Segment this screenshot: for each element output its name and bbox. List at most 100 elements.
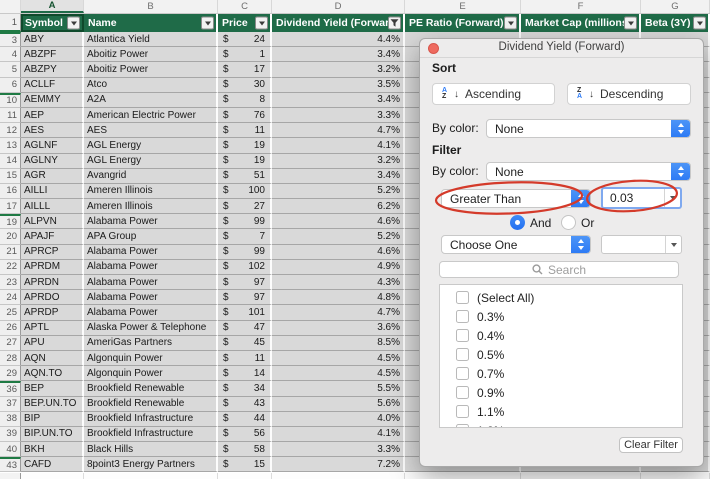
cell-name[interactable]: AmeriGas Partners [84, 336, 218, 351]
row-header-12[interactable]: 12 [0, 123, 21, 138]
cell-yield[interactable]: 6.2% [272, 199, 405, 214]
cell-symbol[interactable]: APU [21, 336, 84, 351]
filter-list-item[interactable]: 0.3% [440, 307, 682, 326]
or-radio[interactable] [561, 215, 576, 230]
column-letter-A[interactable]: A [21, 0, 84, 13]
cell-name[interactable]: Brookfield Renewable [84, 397, 218, 412]
column-letter-G[interactable]: G [641, 0, 710, 13]
cell-price[interactable]: $24 [218, 32, 272, 47]
column-header-price[interactable]: Price [218, 14, 272, 32]
cell-price[interactable]: $15 [218, 457, 272, 472]
filter-by-color-dropdown[interactable]: None [486, 162, 691, 181]
cell-symbol[interactable]: BEP [21, 381, 84, 396]
row-header-27[interactable]: 27 [0, 336, 21, 351]
checkbox[interactable] [456, 386, 469, 399]
cell-price[interactable]: $76 [218, 108, 272, 123]
cell-symbol[interactable]: BIP [21, 412, 84, 427]
cell-symbol[interactable]: AGR [21, 169, 84, 184]
cell-price[interactable]: $44 [218, 412, 272, 427]
filter-list-item[interactable]: (Select All) [440, 288, 682, 307]
cell-name[interactable]: A2A [84, 93, 218, 108]
cell-name[interactable]: Alabama Power [84, 290, 218, 305]
cell-name[interactable]: Alabama Power [84, 305, 218, 320]
cell-name[interactable]: Aboitiz Power [84, 62, 218, 77]
row-header-11[interactable]: 11 [0, 108, 21, 123]
filter-dropdown-button[interactable] [624, 17, 637, 30]
row-header-1[interactable]: 1 [0, 14, 21, 32]
cell-symbol[interactable]: ABZPY [21, 62, 84, 77]
cell-symbol[interactable]: CAFD [21, 457, 84, 472]
cell-symbol[interactable]: AQN [21, 351, 84, 366]
filter-dropdown-button[interactable] [67, 17, 80, 30]
cell-symbol[interactable]: APRDN [21, 275, 84, 290]
cell-yield[interactable]: 3.4% [272, 93, 405, 108]
cell-symbol[interactable]: AILLI [21, 184, 84, 199]
cell-symbol[interactable]: APTL [21, 321, 84, 336]
combo-arrow-icon[interactable] [665, 236, 681, 253]
cell-price[interactable]: $27 [218, 199, 272, 214]
cell-symbol[interactable]: ALPVN [21, 214, 84, 229]
cell-yield[interactable]: 3.3% [272, 442, 405, 457]
row-header-5[interactable]: 5 [0, 62, 21, 77]
cell-name[interactable]: Alabama Power [84, 260, 218, 275]
cell-name[interactable]: AGL Energy [84, 138, 218, 153]
cell-price[interactable]: $101 [218, 305, 272, 320]
cell-yield[interactable]: 4.3% [272, 275, 405, 290]
cell-yield[interactable]: 4.9% [272, 260, 405, 275]
checkbox[interactable] [456, 367, 469, 380]
filter-value2-combobox[interactable] [601, 235, 682, 254]
cell-price[interactable]: $1 [218, 47, 272, 62]
checkbox[interactable] [456, 405, 469, 418]
cell-yield[interactable]: 5.6% [272, 397, 405, 412]
cell-price[interactable]: $100 [218, 184, 272, 199]
filter-value-combobox[interactable]: 0.03 [601, 187, 682, 209]
column-letter-C[interactable]: C [218, 0, 272, 13]
row-header-40[interactable]: 40 [0, 442, 21, 457]
filter-list-item[interactable]: 0.4% [440, 326, 682, 345]
row-header-36[interactable]: 36 [0, 381, 21, 396]
cell-yield[interactable]: 3.2% [272, 154, 405, 169]
cell-yield[interactable]: 3.4% [272, 169, 405, 184]
cell-symbol[interactable]: AEMMY [21, 93, 84, 108]
cell-yield[interactable]: 4.8% [272, 290, 405, 305]
row-header-16[interactable]: 16 [0, 184, 21, 199]
cell-price[interactable]: $97 [218, 290, 272, 305]
column-header-beta-3y-[interactable]: Beta (3Y) [641, 14, 710, 32]
cell-price[interactable]: $43 [218, 397, 272, 412]
row-header-20[interactable]: 20 [0, 229, 21, 244]
filter-dropdown-button[interactable] [693, 17, 706, 30]
row-header-19[interactable]: 19 [0, 214, 21, 229]
filter-list-item[interactable]: 0.5% [440, 345, 682, 364]
filter-condition-dropdown[interactable]: Greater Than [441, 189, 591, 208]
cell-price[interactable]: $58 [218, 442, 272, 457]
cell-yield[interactable]: 4.0% [272, 412, 405, 427]
cell-yield[interactable]: 3.6% [272, 321, 405, 336]
cell-symbol[interactable]: AGLNF [21, 138, 84, 153]
cell-symbol[interactable]: APAJF [21, 229, 84, 244]
cell-name[interactable]: Alabama Power [84, 245, 218, 260]
cell-name[interactable]: Brookfield Infrastructure [84, 412, 218, 427]
cell-yield[interactable]: 4.1% [272, 138, 405, 153]
column-letter-B[interactable]: B [84, 0, 218, 13]
row-header-29[interactable]: 29 [0, 366, 21, 381]
cell-price[interactable]: $30 [218, 78, 272, 93]
cell-symbol[interactable]: ACLLF [21, 78, 84, 93]
cell-symbol[interactable]: AGLNY [21, 154, 84, 169]
cell-name[interactable]: Black Hills [84, 442, 218, 457]
cell-price[interactable]: $51 [218, 169, 272, 184]
filter-list-item[interactable]: 0.7% [440, 364, 682, 383]
row-header-6[interactable]: 6 [0, 78, 21, 93]
cell-name[interactable]: AGL Energy [84, 154, 218, 169]
row-header-13[interactable]: 13 [0, 138, 21, 153]
column-header-name[interactable]: Name [84, 14, 218, 32]
row-header-10[interactable]: 10 [0, 93, 21, 108]
cell-name[interactable]: Avangrid [84, 169, 218, 184]
row-header-28[interactable]: 28 [0, 351, 21, 366]
cell-symbol[interactable]: BEP.UN.TO [21, 397, 84, 412]
row-header-39[interactable]: 39 [0, 427, 21, 442]
cell-symbol[interactable]: AES [21, 123, 84, 138]
cell-price[interactable]: $14 [218, 366, 272, 381]
cell-symbol[interactable]: APRCP [21, 245, 84, 260]
cell-price[interactable]: $45 [218, 336, 272, 351]
filter-condition2-dropdown[interactable]: Choose One [441, 235, 591, 254]
